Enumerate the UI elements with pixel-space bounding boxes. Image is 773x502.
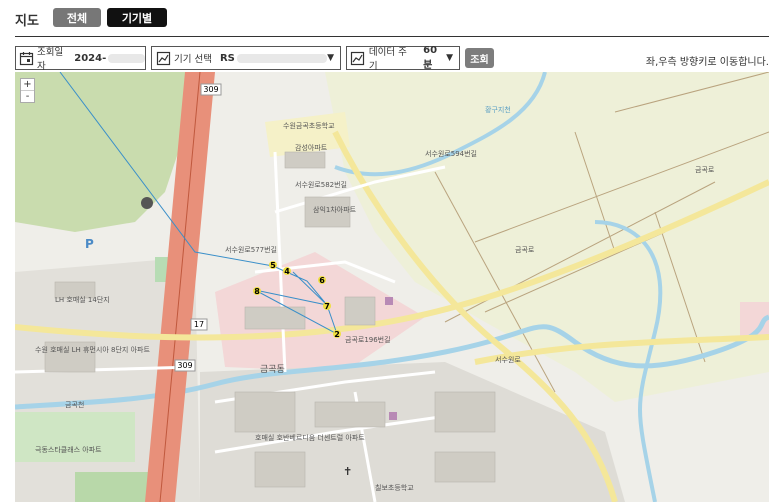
map-label: 극동스타클래스 아파트 xyxy=(35,445,102,454)
tab-device[interactable]: 기기별 xyxy=(107,8,167,27)
route-number: 309 xyxy=(203,85,218,94)
date-value: 2024- xyxy=(74,52,107,64)
map-label: 금곡로196번길 xyxy=(345,335,391,344)
hill-area xyxy=(15,72,195,232)
track-marker-label: 7 xyxy=(324,302,330,311)
map-label: 감성아파트 xyxy=(295,143,328,152)
zoom-in-button[interactable]: + xyxy=(21,79,34,91)
shop-icon xyxy=(389,412,397,420)
track-marker-label: 8 xyxy=(254,287,260,296)
map-view[interactable]: 5 4 6 8 7 2 309 309 17 P 수원금곡초등학교 감성아파트 xyxy=(15,72,769,502)
device-value: RS xyxy=(219,52,235,64)
map-label: 금곡동 xyxy=(260,364,285,375)
map-label: 서수원로 xyxy=(495,355,521,364)
page-title: 지도 xyxy=(15,14,39,29)
landmark-icon xyxy=(141,197,153,209)
map-label: 서수원로594번길 xyxy=(425,149,477,158)
chart-icon xyxy=(155,50,171,66)
map-label: 서수원로577번길 xyxy=(225,245,277,254)
map-canvas[interactable]: 5 4 6 8 7 2 309 309 17 P 수원금곡초등학교 감성아파트 xyxy=(15,72,769,502)
filter-toolbar: 조회일자 2024- 기기 선택 RS ▼ 데이터 주기 60분 ▼ 조회 좌,… xyxy=(0,45,773,72)
chart-icon xyxy=(350,50,366,66)
map-label: LH 호매실 14단지 xyxy=(55,295,110,304)
header-divider xyxy=(15,36,769,37)
date-label: 조회일자 xyxy=(37,47,64,72)
period-value: 60분 xyxy=(423,45,438,71)
redacted-date xyxy=(108,53,145,63)
route-number: 309 xyxy=(177,361,192,370)
redacted-device xyxy=(236,53,327,63)
track-marker-label: 5 xyxy=(270,261,276,270)
map-label: 수원 호매실 LH 휴먼시아 8단지 아파트 xyxy=(35,345,150,354)
chevron-down-icon: ▼ xyxy=(446,53,454,63)
date-picker[interactable]: 조회일자 2024- xyxy=(15,46,146,72)
map-label: 금곡로 xyxy=(515,246,535,254)
device-label: 기기 선택 xyxy=(174,54,212,65)
map-label: 황구지천 xyxy=(485,105,511,114)
parking-icon: P xyxy=(85,237,94,251)
search-button[interactable]: 조회 xyxy=(465,48,494,68)
calendar-icon xyxy=(19,50,34,66)
map-label: 금곡천 xyxy=(65,400,84,409)
period-label: 데이터 주기 xyxy=(368,47,407,72)
keyboard-hint: 좌,우측 방향키로 이동합니다. xyxy=(645,57,769,68)
map-label: 호매실 호반베르디움 더센트럴 아파트 xyxy=(255,433,365,442)
church-icon: ✝ xyxy=(343,465,352,478)
park-area xyxy=(15,412,135,462)
route-number: 17 xyxy=(194,320,204,329)
period-select[interactable]: 데이터 주기 60분 ▼ xyxy=(346,45,460,72)
chevron-down-icon: ▼ xyxy=(327,53,334,63)
map-label: 수원금곡초등학교 xyxy=(283,121,335,130)
zoom-control: + - xyxy=(20,78,35,103)
top-bar: 지도 전체 기기별 xyxy=(0,0,773,38)
device-select[interactable]: 기기 선택 RS ▼ xyxy=(151,46,341,70)
track-marker-label: 6 xyxy=(319,276,325,285)
tab-all[interactable]: 전체 xyxy=(53,8,101,27)
map-label: 삼익1차아파트 xyxy=(313,205,357,214)
track-marker-label: 4 xyxy=(284,267,290,276)
track-marker-label: 2 xyxy=(334,330,340,339)
shop-icon xyxy=(385,297,393,305)
map-label: 칠보초등학교 xyxy=(375,483,414,492)
zoom-out-button[interactable]: - xyxy=(21,91,34,102)
map-label: 금곡로 xyxy=(695,166,715,174)
map-label: 서수원로582번길 xyxy=(295,180,347,189)
